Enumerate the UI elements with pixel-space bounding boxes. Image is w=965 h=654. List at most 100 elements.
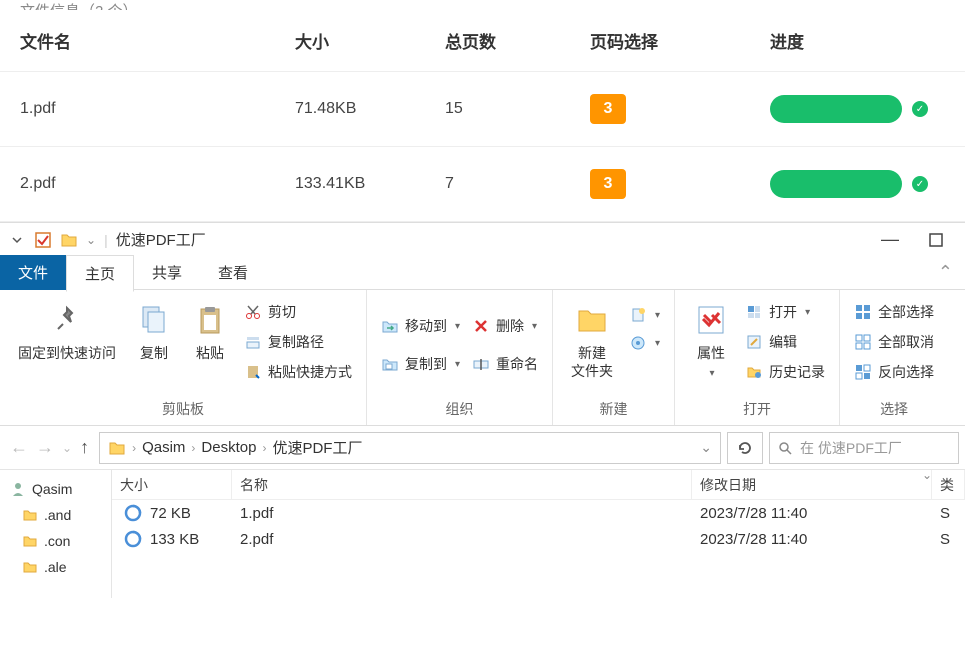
minimize-button[interactable]: —	[879, 229, 901, 251]
tab-view[interactable]: 查看	[200, 255, 266, 290]
tab-share[interactable]: 共享	[134, 255, 200, 290]
properties-button[interactable]: 属性 ▾	[685, 296, 737, 385]
file-modified: 2023/7/28 11:40	[692, 531, 932, 548]
copy-path-button[interactable]: 复制路径	[240, 330, 356, 354]
pin-icon	[49, 302, 85, 338]
down-caret-icon[interactable]	[8, 231, 26, 249]
recent-locations-button[interactable]: ⌄	[62, 441, 72, 455]
forward-button[interactable]: →	[36, 437, 54, 458]
group-label-open: 打开	[675, 395, 839, 425]
check-icon: ✓	[912, 101, 928, 117]
folder-icon	[22, 507, 38, 523]
sidebar-item[interactable]: .ale	[0, 554, 111, 580]
new-item-button[interactable]: ▾	[625, 304, 664, 326]
folder-icon[interactable]	[60, 231, 78, 249]
edit-icon	[745, 333, 763, 351]
file-row[interactable]: 72 KB 1.pdf 2023/7/28 11:40 S	[112, 500, 965, 526]
overflow-icon[interactable]: ⌄	[86, 233, 96, 247]
paste-shortcut-icon	[244, 363, 262, 381]
paste-label: 粘贴	[196, 344, 224, 362]
copy-label: 复制	[140, 344, 168, 362]
ribbon-group-clipboard: 固定到快速访问 复制 粘贴 剪切	[0, 290, 367, 425]
new-folder-button[interactable]: 新建 文件夹	[563, 296, 621, 386]
invert-selection-button[interactable]: 反向选择	[850, 360, 938, 384]
cut-button[interactable]: 剪切	[240, 300, 356, 324]
properties-icon	[693, 302, 729, 338]
cell-pages: 7	[445, 175, 590, 193]
rename-button[interactable]: 重命名	[468, 352, 542, 376]
col-filename[interactable]: 文件名	[20, 28, 295, 53]
cell-size: 133.41KB	[295, 175, 445, 193]
sidebar-item[interactable]: Qasim	[0, 476, 111, 502]
copy-button[interactable]: 复制	[128, 296, 180, 368]
up-button[interactable]: ↑	[80, 437, 89, 458]
search-placeholder: 在 优速PDF工厂	[800, 438, 902, 458]
open-button[interactable]: 打开▾	[741, 300, 829, 324]
easy-access-icon	[629, 334, 647, 352]
column-modified[interactable]: 修改日期	[692, 470, 932, 499]
select-all-button[interactable]: 全部选择	[850, 300, 938, 324]
table-row[interactable]: 2.pdf 133.41KB 7 3 ✓	[0, 147, 965, 222]
col-page-select[interactable]: 页码选择	[590, 28, 770, 53]
back-button[interactable]: ←	[10, 437, 28, 458]
chevron-right-icon[interactable]: ›	[191, 441, 195, 455]
chevron-right-icon[interactable]: ›	[262, 441, 266, 455]
select-none-button[interactable]: 全部取消	[850, 330, 938, 354]
properties-label: 属性	[697, 344, 725, 362]
file-list-area: 大小 名称 修改日期 类 ⌄ 72 KB 1.pdf 2023/7/28 11:…	[112, 470, 965, 598]
tab-home[interactable]: 主页	[66, 255, 134, 292]
new-folder-label: 新建 文件夹	[571, 344, 613, 380]
history-icon	[745, 363, 763, 381]
select-all-icon	[854, 303, 872, 321]
crumb-item[interactable]: Qasim	[142, 439, 185, 456]
explorer-content: Qasim .and .con .ale 大小 名称 修改日期 类 ⌄ 72 K…	[0, 470, 965, 598]
move-to-button[interactable]: 移动到▾	[377, 314, 464, 338]
separator: |	[104, 232, 108, 248]
page-badge[interactable]: 3	[590, 94, 626, 124]
edit-button[interactable]: 编辑	[741, 330, 829, 354]
column-size[interactable]: 大小	[112, 470, 232, 499]
file-row[interactable]: 133 KB 2.pdf 2023/7/28 11:40 S	[112, 526, 965, 552]
copy-to-button[interactable]: 复制到▾	[377, 352, 464, 376]
window-controls: —	[879, 229, 957, 251]
col-progress[interactable]: 进度	[770, 28, 945, 53]
collapse-ribbon-icon[interactable]: ⌃	[938, 262, 953, 283]
file-name: 2.pdf	[232, 531, 692, 548]
history-button[interactable]: 历史记录	[741, 360, 829, 384]
pin-quickaccess-button[interactable]: 固定到快速访问	[10, 296, 124, 368]
paste-shortcut-button[interactable]: 粘贴快捷方式	[240, 360, 356, 384]
sidebar-item[interactable]: .and	[0, 502, 111, 528]
paste-button[interactable]: 粘贴	[184, 296, 236, 368]
cell-size: 71.48KB	[295, 100, 445, 118]
ribbon-group-new: 新建 文件夹 ▾ ▾ 新建	[553, 290, 675, 425]
copy-icon	[136, 302, 172, 338]
column-name[interactable]: 名称	[232, 470, 692, 499]
chevron-right-icon[interactable]: ›	[132, 441, 136, 455]
maximize-button[interactable]	[925, 229, 947, 251]
crumb-item[interactable]: 优速PDF工厂	[272, 437, 362, 458]
copy-path-icon	[244, 333, 262, 351]
tab-file[interactable]: 文件	[0, 255, 66, 290]
rename-icon	[472, 355, 490, 373]
cell-progress: ✓	[770, 170, 945, 198]
crumb-item[interactable]: Desktop	[201, 439, 256, 456]
page-badge[interactable]: 3	[590, 169, 626, 199]
move-to-icon	[381, 317, 399, 335]
checkbox-icon[interactable]	[34, 231, 52, 249]
breadcrumb[interactable]: › Qasim › Desktop › 优速PDF工厂 ⌄	[99, 432, 721, 464]
check-icon: ✓	[912, 176, 928, 192]
col-size[interactable]: 大小	[295, 28, 445, 53]
refresh-button[interactable]	[727, 432, 763, 464]
address-dropdown-icon[interactable]: ⌄	[700, 439, 712, 456]
paste-icon	[192, 302, 228, 338]
column-type[interactable]: 类	[932, 470, 965, 499]
col-pages[interactable]: 总页数	[445, 28, 590, 53]
search-box[interactable]: 在 优速PDF工厂	[769, 432, 959, 464]
group-label-organize: 组织	[367, 395, 552, 425]
table-row[interactable]: 1.pdf 71.48KB 15 3 ✓	[0, 72, 965, 147]
easy-access-button[interactable]: ▾	[625, 332, 664, 354]
group-label-select: 选择	[840, 395, 948, 425]
sidebar-item[interactable]: .con	[0, 528, 111, 554]
delete-button[interactable]: 删除▾	[468, 314, 542, 338]
address-bar-row: ← → ⌄ ↑ › Qasim › Desktop › 优速PDF工厂 ⌄ 在 …	[0, 426, 965, 470]
